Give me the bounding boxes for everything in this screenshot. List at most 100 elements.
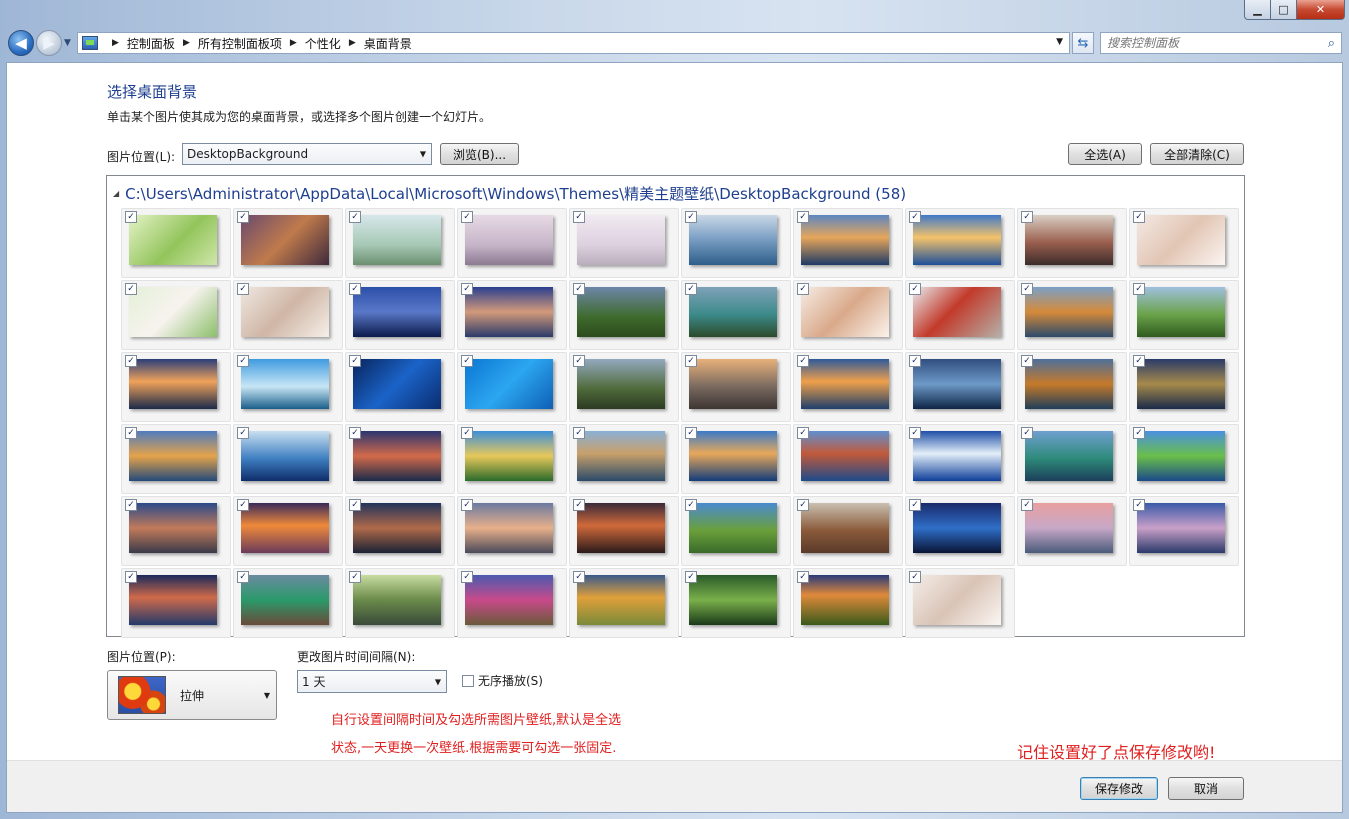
wallpaper-thumbnail[interactable]: ✓ [345, 496, 455, 566]
wallpaper-image[interactable] [353, 575, 441, 625]
wallpaper-image[interactable] [801, 503, 889, 553]
wallpaper-image[interactable] [913, 287, 1001, 337]
refresh-button[interactable]: ⇆ [1072, 32, 1094, 54]
wallpaper-checkbox[interactable]: ✓ [797, 355, 809, 367]
wallpaper-image[interactable] [689, 503, 777, 553]
wallpaper-thumbnail[interactable]: ✓ [681, 424, 791, 494]
breadcrumb-control-panel[interactable]: 控制面板 [127, 35, 175, 52]
wallpaper-image[interactable] [913, 359, 1001, 409]
wallpaper-checkbox[interactable]: ✓ [685, 355, 697, 367]
save-changes-button[interactable]: 保存修改 [1080, 777, 1158, 800]
wallpaper-thumbnail[interactable]: ✓ [457, 208, 567, 278]
wallpaper-image[interactable] [1137, 287, 1225, 337]
wallpaper-thumbnail[interactable]: ✓ [905, 280, 1015, 350]
wallpaper-image[interactable] [241, 215, 329, 265]
wallpaper-checkbox[interactable]: ✓ [1133, 211, 1145, 223]
gallery-group-header[interactable]: ◢ C:\Users\Administrator\AppData\Local\M… [113, 183, 906, 204]
wallpaper-thumbnail[interactable]: ✓ [233, 568, 343, 638]
wallpaper-image[interactable] [241, 287, 329, 337]
wallpaper-thumbnail[interactable]: ✓ [793, 496, 903, 566]
shuffle-option[interactable]: 无序播放(S) [462, 672, 543, 689]
wallpaper-checkbox[interactable]: ✓ [909, 499, 921, 511]
wallpaper-thumbnail[interactable]: ✓ [1129, 496, 1239, 566]
wallpaper-checkbox[interactable]: ✓ [909, 427, 921, 439]
wallpaper-checkbox[interactable]: ✓ [461, 211, 473, 223]
wallpaper-checkbox[interactable]: ✓ [1133, 499, 1145, 511]
wallpaper-checkbox[interactable]: ✓ [1021, 355, 1033, 367]
interval-select[interactable]: 1 天 ▼ [297, 670, 447, 693]
chevron-right-icon[interactable]: ▶ [183, 38, 190, 48]
wallpaper-thumbnail[interactable]: ✓ [681, 496, 791, 566]
wallpaper-image[interactable] [913, 431, 1001, 481]
wallpaper-thumbnail[interactable]: ✓ [457, 496, 567, 566]
collapse-icon[interactable]: ◢ [113, 189, 119, 198]
chevron-right-icon[interactable]: ▶ [349, 38, 356, 48]
search-icon[interactable]: ⌕ [1328, 36, 1335, 51]
wallpaper-thumbnail[interactable]: ✓ [905, 496, 1015, 566]
wallpaper-thumbnail[interactable]: ✓ [345, 208, 455, 278]
wallpaper-image[interactable] [577, 431, 665, 481]
wallpaper-image[interactable] [465, 359, 553, 409]
wallpaper-checkbox[interactable]: ✓ [797, 571, 809, 583]
wallpaper-thumbnail[interactable]: ✓ [1017, 280, 1127, 350]
wallpaper-checkbox[interactable]: ✓ [685, 283, 697, 295]
wallpaper-thumbnail[interactable]: ✓ [457, 568, 567, 638]
wallpaper-image[interactable] [353, 287, 441, 337]
wallpaper-thumbnail[interactable]: ✓ [569, 424, 679, 494]
wallpaper-thumbnail[interactable]: ✓ [1129, 208, 1239, 278]
wallpaper-checkbox[interactable]: ✓ [125, 499, 137, 511]
wallpaper-checkbox[interactable]: ✓ [909, 355, 921, 367]
wallpaper-thumbnail[interactable]: ✓ [793, 568, 903, 638]
wallpaper-thumbnail[interactable]: ✓ [345, 568, 455, 638]
wallpaper-thumbnail[interactable]: ✓ [345, 424, 455, 494]
wallpaper-thumbnail[interactable]: ✓ [457, 424, 567, 494]
wallpaper-image[interactable] [801, 431, 889, 481]
wallpaper-image[interactable] [465, 503, 553, 553]
wallpaper-image[interactable] [1137, 215, 1225, 265]
wallpaper-thumbnail[interactable]: ✓ [233, 424, 343, 494]
wallpaper-checkbox[interactable]: ✓ [1133, 355, 1145, 367]
address-dropdown-icon[interactable]: ▼ [1056, 37, 1063, 47]
wallpaper-image[interactable] [129, 575, 217, 625]
wallpaper-thumbnail[interactable]: ✓ [1129, 352, 1239, 422]
wallpaper-image[interactable] [353, 431, 441, 481]
wallpaper-thumbnail[interactable]: ✓ [233, 208, 343, 278]
wallpaper-image[interactable] [689, 431, 777, 481]
clear-all-button[interactable]: 全部清除(C) [1150, 143, 1244, 165]
breadcrumb-desktop-background[interactable]: 桌面背景 [364, 35, 412, 52]
wallpaper-thumbnail[interactable]: ✓ [569, 496, 679, 566]
wallpaper-checkbox[interactable]: ✓ [349, 211, 361, 223]
wallpaper-image[interactable] [577, 575, 665, 625]
wallpaper-checkbox[interactable]: ✓ [461, 283, 473, 295]
wallpaper-image[interactable] [577, 503, 665, 553]
wallpaper-checkbox[interactable]: ✓ [461, 571, 473, 583]
wallpaper-image[interactable] [1025, 359, 1113, 409]
wallpaper-thumbnail[interactable]: ✓ [905, 208, 1015, 278]
wallpaper-image[interactable] [465, 575, 553, 625]
close-button[interactable]: ✕ [1297, 0, 1345, 20]
back-button[interactable]: ◀ [8, 30, 34, 56]
wallpaper-checkbox[interactable]: ✓ [461, 499, 473, 511]
minimize-button[interactable]: ▁ [1244, 0, 1271, 20]
wallpaper-image[interactable] [353, 359, 441, 409]
maximize-button[interactable]: □ [1271, 0, 1297, 20]
search-box[interactable]: ⌕ [1100, 32, 1342, 54]
wallpaper-checkbox[interactable]: ✓ [349, 355, 361, 367]
wallpaper-checkbox[interactable]: ✓ [1021, 499, 1033, 511]
wallpaper-image[interactable] [465, 215, 553, 265]
wallpaper-thumbnail[interactable]: ✓ [233, 496, 343, 566]
wallpaper-thumbnail[interactable]: ✓ [121, 424, 231, 494]
search-input[interactable] [1107, 36, 1317, 50]
wallpaper-thumbnail[interactable]: ✓ [233, 352, 343, 422]
wallpaper-thumbnail[interactable]: ✓ [345, 352, 455, 422]
wallpaper-checkbox[interactable]: ✓ [125, 427, 137, 439]
wallpaper-image[interactable] [1025, 287, 1113, 337]
chevron-right-icon[interactable]: ▶ [290, 38, 297, 48]
wallpaper-checkbox[interactable]: ✓ [797, 211, 809, 223]
wallpaper-checkbox[interactable]: ✓ [685, 427, 697, 439]
wallpaper-image[interactable] [129, 431, 217, 481]
wallpaper-thumbnail[interactable]: ✓ [793, 208, 903, 278]
cancel-button[interactable]: 取消 [1168, 777, 1244, 800]
wallpaper-image[interactable] [241, 575, 329, 625]
wallpaper-thumbnail[interactable]: ✓ [121, 496, 231, 566]
